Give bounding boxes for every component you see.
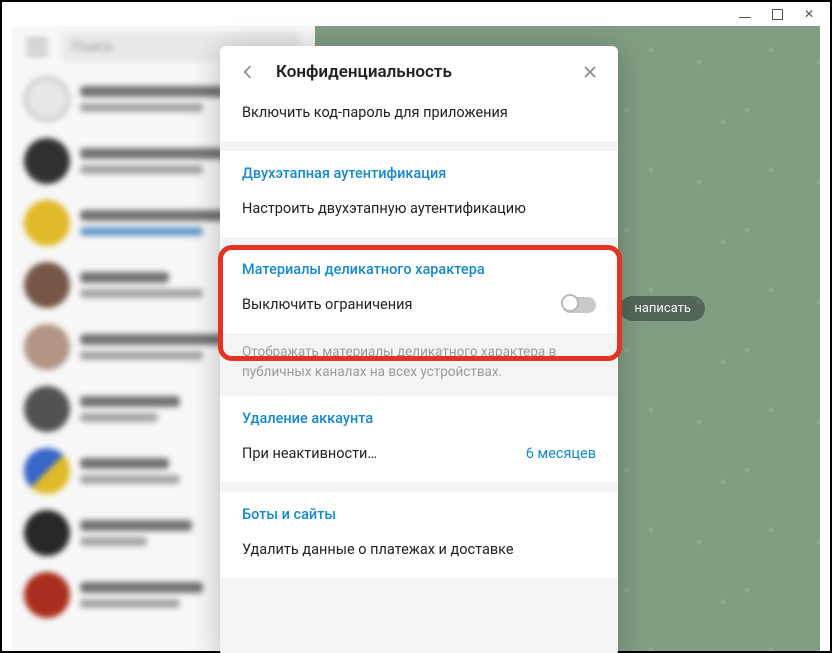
close-icon	[580, 62, 600, 82]
row-value: 6 месяцев	[526, 445, 596, 462]
back-button[interactable]	[234, 58, 262, 86]
bots-sites-block: Боты и сайты Удалить данные о платежах и…	[220, 492, 618, 578]
delete-account-block: Удаление аккаунта При неактивности… 6 ме…	[220, 396, 618, 482]
sensitive-toggle[interactable]	[562, 297, 596, 313]
dialog-title: Конфиденциальность	[276, 62, 562, 82]
disable-restrictions-row[interactable]: Выключить ограничения	[242, 290, 596, 319]
two-step-block: Двухэтапная аутентификация Настроить дву…	[220, 151, 618, 237]
privacy-dialog: Конфиденциальность Включить код-пароль д…	[220, 46, 618, 653]
minimize-button[interactable]	[738, 7, 752, 21]
section-heading: Удаление аккаунта	[242, 410, 596, 427]
arrow-left-icon	[238, 62, 258, 82]
sensitive-content-block: Материалы деликатного характера Выключит…	[220, 247, 618, 333]
window-titlebar	[2, 2, 830, 26]
row-label: При неактивности…	[242, 445, 377, 462]
row-label: Выключить ограничения	[242, 296, 412, 313]
passcode-row[interactable]: Включить код-пароль для приложения	[242, 98, 596, 127]
section-heading: Материалы деликатного характера	[242, 261, 596, 278]
section-heading: Боты и сайты	[242, 506, 596, 523]
close-window-button[interactable]	[802, 7, 816, 21]
clear-payment-row[interactable]: Удалить данные о платежах и доставке	[242, 535, 596, 564]
maximize-button[interactable]	[770, 7, 784, 21]
row-label: Удалить данные о платежах и доставке	[242, 541, 514, 558]
row-label: Включить код-пароль для приложения	[242, 104, 508, 121]
inactivity-row[interactable]: При неактивности… 6 месяцев	[242, 439, 596, 468]
two-step-row[interactable]: Настроить двухэтапную аутентификацию	[242, 194, 596, 223]
section-heading: Двухэтапная аутентификация	[242, 165, 596, 182]
dialog-close-button[interactable]	[576, 58, 604, 86]
row-label: Настроить двухэтапную аутентификацию	[242, 200, 526, 217]
sensitive-description: Отображать материалы деликатного характе…	[220, 333, 618, 386]
toggle-knob	[561, 294, 579, 312]
